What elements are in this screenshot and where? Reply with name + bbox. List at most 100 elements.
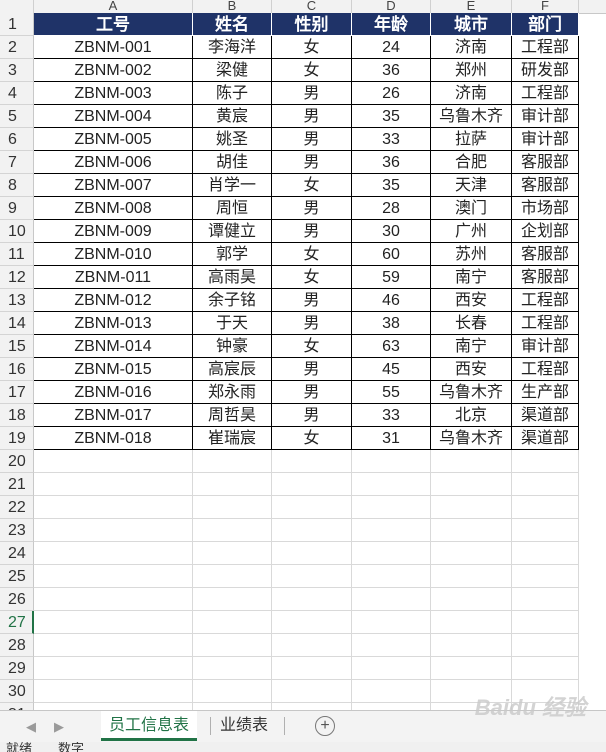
data-cell[interactable]: 崔瑞宸 (193, 427, 272, 450)
data-cell[interactable]: 24 (352, 36, 431, 59)
data-cell[interactable]: 60 (352, 243, 431, 266)
empty-cell[interactable] (193, 634, 272, 657)
data-cell[interactable]: 陈子 (193, 82, 272, 105)
row-header[interactable]: 30 (0, 680, 34, 703)
empty-cell[interactable] (431, 588, 512, 611)
empty-cell[interactable] (272, 496, 352, 519)
data-cell[interactable]: 男 (272, 404, 352, 427)
row-header[interactable]: 3 (0, 59, 34, 82)
data-cell[interactable]: 男 (272, 358, 352, 381)
data-cell[interactable]: 于天 (193, 312, 272, 335)
empty-cell[interactable] (34, 657, 193, 680)
data-cell[interactable]: 审计部 (512, 105, 579, 128)
empty-cell[interactable] (352, 450, 431, 473)
empty-cell[interactable] (272, 680, 352, 703)
empty-cell[interactable] (34, 496, 193, 519)
data-cell[interactable]: 女 (272, 266, 352, 289)
add-sheet-icon[interactable]: + (315, 716, 335, 736)
row-header[interactable]: 26 (0, 588, 34, 611)
empty-cell[interactable] (193, 565, 272, 588)
empty-cell[interactable] (272, 657, 352, 680)
data-cell[interactable]: 客服部 (512, 266, 579, 289)
empty-cell[interactable] (34, 450, 193, 473)
data-cell[interactable]: ZBNM-014 (34, 335, 193, 358)
data-cell[interactable]: 生产部 (512, 381, 579, 404)
data-cell[interactable]: 工程部 (512, 358, 579, 381)
data-cell[interactable]: ZBNM-008 (34, 197, 193, 220)
row-header[interactable]: 12 (0, 266, 34, 289)
empty-cell[interactable] (193, 703, 272, 710)
data-cell[interactable]: 济南 (431, 82, 512, 105)
data-cell[interactable]: ZBNM-002 (34, 59, 193, 82)
data-cell[interactable]: 男 (272, 289, 352, 312)
data-cell[interactable]: 周哲昊 (193, 404, 272, 427)
empty-cell[interactable] (352, 565, 431, 588)
row-header[interactable]: 19 (0, 427, 34, 450)
column-header-a[interactable]: A (34, 0, 193, 13)
empty-cell[interactable] (431, 450, 512, 473)
row-header[interactable]: 14 (0, 312, 34, 335)
row-header[interactable]: 18 (0, 404, 34, 427)
data-cell[interactable]: 余子铭 (193, 289, 272, 312)
data-cell[interactable]: ZBNM-016 (34, 381, 193, 404)
column-header-d[interactable]: D (352, 0, 431, 13)
data-cell[interactable]: 肖学一 (193, 174, 272, 197)
empty-cell[interactable] (352, 680, 431, 703)
empty-cell[interactable] (512, 450, 579, 473)
empty-cell[interactable] (193, 473, 272, 496)
empty-cell[interactable] (512, 611, 579, 634)
empty-cell[interactable] (352, 473, 431, 496)
row-header[interactable]: 16 (0, 358, 34, 381)
empty-cell[interactable] (512, 519, 579, 542)
empty-cell[interactable] (431, 542, 512, 565)
empty-cell[interactable] (34, 634, 193, 657)
empty-cell[interactable] (352, 657, 431, 680)
empty-cell[interactable] (512, 657, 579, 680)
data-cell[interactable]: 工程部 (512, 312, 579, 335)
empty-cell[interactable] (193, 542, 272, 565)
data-cell[interactable]: 郭学 (193, 243, 272, 266)
header-cell[interactable]: 年龄 (352, 13, 431, 36)
data-cell[interactable]: 33 (352, 128, 431, 151)
data-cell[interactable]: 郑永雨 (193, 381, 272, 404)
empty-cell[interactable] (431, 611, 512, 634)
data-cell[interactable]: 男 (272, 105, 352, 128)
data-cell[interactable]: ZBNM-001 (34, 36, 193, 59)
data-cell[interactable]: 38 (352, 312, 431, 335)
data-cell[interactable]: 男 (272, 151, 352, 174)
data-cell[interactable]: 男 (272, 312, 352, 335)
data-cell[interactable]: 北京 (431, 404, 512, 427)
empty-cell[interactable] (512, 634, 579, 657)
row-header[interactable]: 21 (0, 473, 34, 496)
empty-cell[interactable] (352, 588, 431, 611)
data-cell[interactable]: 南宁 (431, 266, 512, 289)
empty-cell[interactable] (431, 634, 512, 657)
data-cell[interactable]: ZBNM-012 (34, 289, 193, 312)
row-header[interactable]: 15 (0, 335, 34, 358)
data-cell[interactable]: 澳门 (431, 197, 512, 220)
empty-cell[interactable] (272, 450, 352, 473)
empty-cell[interactable] (193, 588, 272, 611)
data-cell[interactable]: 63 (352, 335, 431, 358)
column-header-f[interactable]: F (512, 0, 579, 13)
data-cell[interactable]: 女 (272, 59, 352, 82)
empty-cell[interactable] (193, 657, 272, 680)
empty-cell[interactable] (512, 565, 579, 588)
data-cell[interactable]: ZBNM-013 (34, 312, 193, 335)
row-header[interactable]: 27 (0, 611, 34, 634)
empty-cell[interactable] (272, 542, 352, 565)
empty-cell[interactable] (272, 519, 352, 542)
empty-cell[interactable] (512, 496, 579, 519)
row-header[interactable]: 1 (0, 13, 34, 36)
header-cell[interactable]: 部门 (512, 13, 579, 36)
data-cell[interactable]: 审计部 (512, 335, 579, 358)
header-cell[interactable]: 性别 (272, 13, 352, 36)
data-cell[interactable]: ZBNM-017 (34, 404, 193, 427)
data-cell[interactable]: 45 (352, 358, 431, 381)
data-cell[interactable]: ZBNM-015 (34, 358, 193, 381)
tab-performance[interactable]: 业绩表 (212, 711, 276, 741)
data-cell[interactable]: 合肥 (431, 151, 512, 174)
row-header[interactable]: 7 (0, 151, 34, 174)
empty-cell[interactable] (431, 473, 512, 496)
data-cell[interactable]: 客服部 (512, 243, 579, 266)
